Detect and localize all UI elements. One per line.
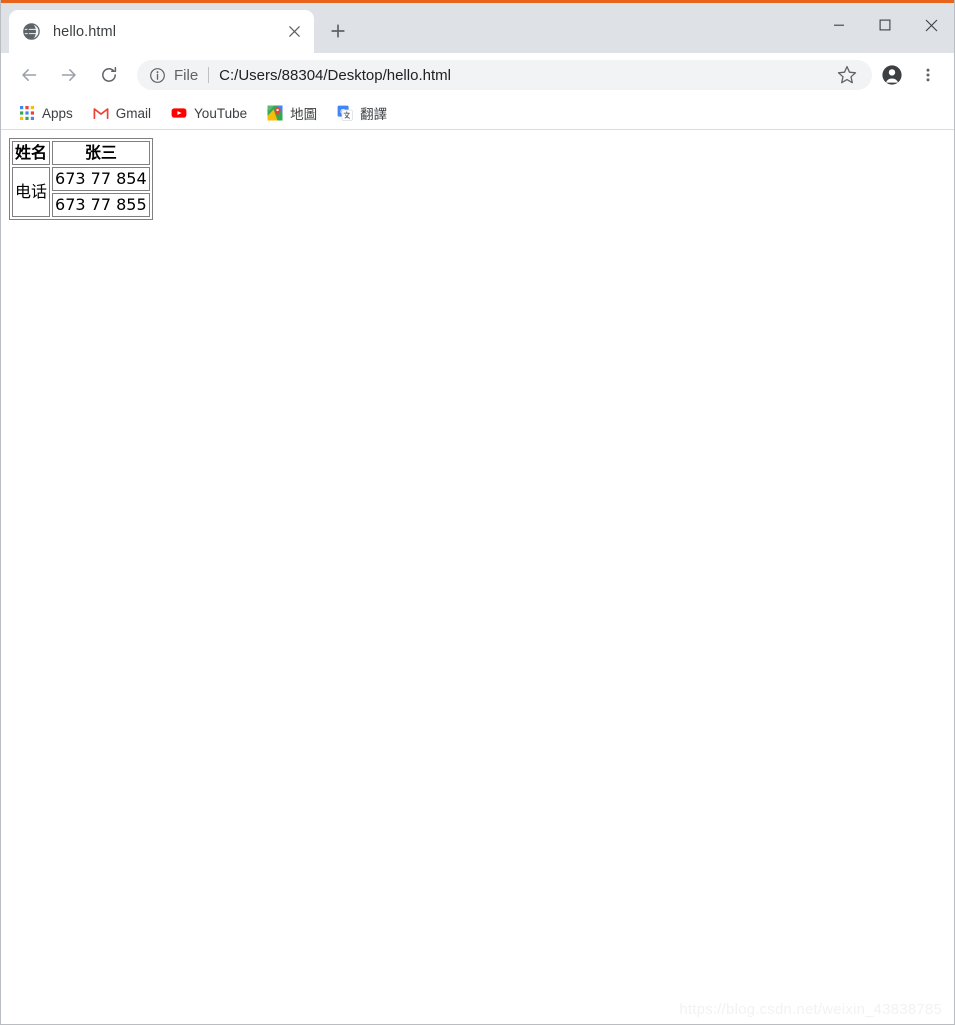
watermark: https://blog.csdn.net/weixin_43838785 bbox=[679, 1001, 942, 1018]
tab-title: hello.html bbox=[53, 23, 117, 40]
bookmark-star-icon[interactable] bbox=[836, 64, 858, 86]
youtube-icon bbox=[171, 108, 187, 118]
bookmark-gmail[interactable]: Gmail bbox=[85, 101, 159, 126]
bookmark-youtube[interactable]: YouTube bbox=[163, 101, 255, 126]
bookmark-label: Apps bbox=[42, 105, 73, 121]
table-row: 姓名 张三 bbox=[12, 141, 150, 165]
omnibox-divider bbox=[208, 67, 210, 83]
address-bar[interactable]: File C:/Users/88304/Desktop/hello.html bbox=[137, 60, 872, 90]
contact-table: 姓名 张三 电话 673 77 854 673 77 855 bbox=[9, 138, 153, 220]
arrow-right-icon bbox=[61, 69, 76, 81]
phone-value-cell: 673 77 854 bbox=[52, 167, 150, 191]
window-maximize-button[interactable] bbox=[862, 3, 908, 47]
browser-tab-hello-html[interactable]: hello.html bbox=[9, 10, 314, 54]
plus-icon bbox=[331, 24, 345, 38]
more-vertical-icon bbox=[926, 68, 930, 82]
google-maps-icon bbox=[267, 105, 283, 121]
name-header-cell: 姓名 bbox=[12, 141, 51, 165]
bookmark-label: 地圖 bbox=[290, 107, 318, 122]
chrome-menu-button[interactable] bbox=[912, 59, 944, 91]
gmail-icon bbox=[93, 108, 109, 120]
bookmark-maps[interactable]: 地圖 bbox=[259, 101, 325, 126]
bookmark-label: YouTube bbox=[194, 105, 248, 121]
window-controls bbox=[816, 3, 954, 47]
globe-icon bbox=[23, 23, 40, 40]
maximize-icon bbox=[879, 19, 891, 31]
apps-grid-icon bbox=[20, 106, 34, 120]
browser-window: hello.html File C:/Users/88304/Desktop/h… bbox=[0, 0, 955, 1025]
info-circle-icon[interactable] bbox=[149, 67, 166, 84]
phone-value-cell: 673 77 855 bbox=[52, 193, 150, 217]
phone-header-cell: 电话 bbox=[12, 167, 51, 217]
table-row: 电话 673 77 854 bbox=[12, 167, 150, 217]
forward-button[interactable] bbox=[53, 59, 85, 91]
tab-strip: hello.html bbox=[1, 3, 954, 54]
back-button[interactable] bbox=[13, 59, 45, 91]
profile-avatar-icon bbox=[882, 65, 902, 85]
reload-button[interactable] bbox=[93, 59, 125, 91]
profile-button[interactable] bbox=[876, 59, 908, 91]
bookmark-label: Gmail bbox=[115, 105, 152, 121]
name-value-cell: 张三 bbox=[52, 141, 150, 165]
page-viewport: 姓名 张三 电话 673 77 854 673 77 855 https://b… bbox=[1, 130, 954, 1024]
tab-close-icon[interactable] bbox=[282, 20, 306, 44]
window-minimize-button[interactable] bbox=[816, 3, 862, 47]
browser-toolbar: File C:/Users/88304/Desktop/hello.html bbox=[1, 53, 954, 97]
arrow-left-icon bbox=[22, 69, 37, 81]
url-scheme-label: File bbox=[174, 66, 199, 84]
window-close-button[interactable] bbox=[908, 3, 954, 47]
bookmarks-bar: Apps Gmail YouTube 地圖 翻譯 bbox=[1, 97, 954, 130]
google-translate-icon: G bbox=[337, 105, 353, 121]
bookmark-apps[interactable]: Apps bbox=[11, 101, 81, 126]
url-text[interactable]: C:/Users/88304/Desktop/hello.html bbox=[219, 67, 830, 84]
new-tab-button[interactable] bbox=[324, 17, 352, 45]
minimize-icon bbox=[834, 24, 844, 26]
close-icon bbox=[925, 19, 937, 31]
reload-icon bbox=[102, 66, 117, 82]
bookmark-translate[interactable]: G 翻譯 bbox=[329, 101, 395, 126]
bookmark-label: 翻譯 bbox=[360, 107, 388, 122]
page-content: 姓名 张三 电话 673 77 854 673 77 855 bbox=[1, 130, 954, 228]
